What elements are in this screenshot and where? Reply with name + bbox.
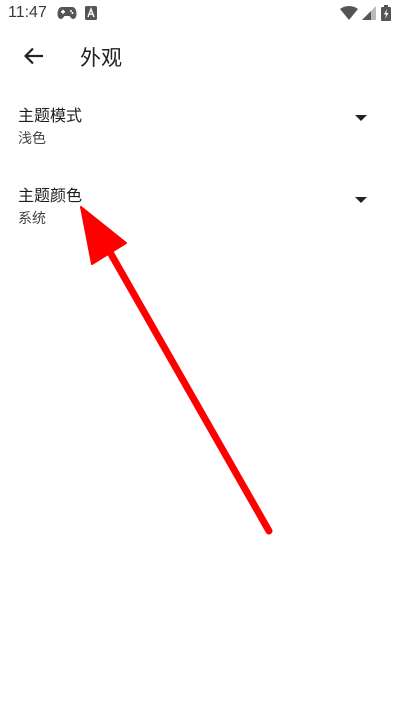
- setting-value: 系统: [18, 211, 46, 227]
- status-time: 11:47: [8, 4, 47, 21]
- setting-value: 浅色: [18, 131, 46, 147]
- setting-label: 主题颜色: [18, 186, 83, 205]
- arrow-left-icon: [24, 47, 43, 65]
- back-button[interactable]: [14, 36, 54, 76]
- game-controller-icon: [57, 7, 77, 19]
- app-bar: 外观: [0, 28, 400, 84]
- wifi-icon: [340, 6, 358, 20]
- dropdown-arrow-icon[interactable]: [354, 196, 368, 204]
- dropdown-arrow-icon[interactable]: [354, 114, 368, 122]
- theme-mode-setting[interactable]: 主题模式 浅色: [0, 102, 400, 164]
- status-bar: 11:47: [0, 0, 400, 28]
- theme-color-setting[interactable]: 主题颜色 系统: [0, 182, 400, 244]
- a-notification-icon: [85, 6, 97, 20]
- page-title: 外观: [80, 46, 122, 70]
- battery-icon: [381, 5, 391, 21]
- cell-signal-icon: [362, 6, 376, 20]
- setting-label: 主题模式: [18, 106, 83, 125]
